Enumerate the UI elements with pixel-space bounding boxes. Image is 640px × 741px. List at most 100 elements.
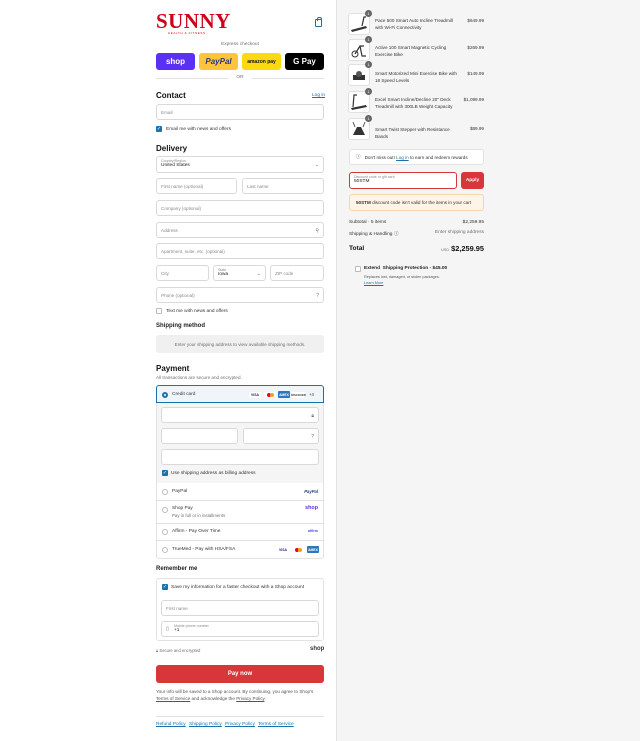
email-placeholder: Email [161,109,173,115]
shipping-method-heading: Shipping method [156,323,205,329]
subtotal-label: Subtotal · 5 items [349,220,387,225]
text-me-checkbox[interactable] [156,308,162,314]
name-on-card-field[interactable] [161,449,319,465]
security-code-field[interactable]: ? [243,428,319,444]
apartment-placeholder: Apartment, suite, etc. (optional) [161,248,225,254]
chevron-down-icon: ⌄ [314,162,319,168]
more-cards-label: +4 [309,392,314,397]
affirm-option[interactable]: Affirm - Pay Over Time affirm [156,524,324,541]
item-price: $1,099.99 [463,97,484,102]
terms-link[interactable]: Terms of Service [156,696,190,701]
product-thumbnail: 1 [348,36,372,61]
pay-now-button[interactable]: Pay now [156,665,324,683]
brand-tagline: HEALTH & FITNESS [168,31,206,35]
paypal-button[interactable]: PayPal [199,53,238,70]
expiration-field[interactable] [161,428,238,444]
item-name: Active 100 Smart Magnetic Cycling Exerci… [375,45,447,57]
shop-pay-option[interactable]: Shop Pay Pay in full or in installments … [156,501,324,524]
zip-field[interactable]: ZIP code [270,265,324,281]
legal-line: Your info will be saved to a Shop accoun… [156,689,314,694]
discount-code-field[interactable]: Discount code or gift card 50STM [349,172,457,189]
delivery-heading: Delivery [156,144,188,153]
remember-first-placeholder: First name [166,605,188,611]
rewards-login-link[interactable]: Log in [396,155,409,160]
item-price: $649.99 [467,18,484,23]
treadmill-icon [351,94,367,110]
paypal-radio[interactable] [162,489,168,495]
total-amount: $2,259.95 [451,244,484,253]
brand-logo[interactable]: SUNNY [156,11,231,32]
amex-icon: AMEX [278,391,290,398]
contact-heading: Contact [156,91,186,100]
cart-bag-icon[interactable] [315,17,322,27]
item-quantity-badge: 1 [365,88,372,95]
truemed-option[interactable]: TrueMed - Pay with HSA/FSA VISA AMEX [156,541,324,559]
apply-button[interactable]: Apply [461,172,484,189]
legal-text: Your info will be saved to a Shop accoun… [156,689,314,701]
terms-of-service-link[interactable]: Terms of Service [258,722,294,727]
remember-me-box: ✓ Save my information for a faster check… [156,578,324,641]
privacy-link[interactable]: Privacy Policy [236,696,264,701]
help-circle-icon[interactable]: ? [316,293,319,299]
help-circle-icon[interactable]: ⓘ [394,232,399,237]
paypal-option[interactable]: PayPal PayPal [156,483,324,501]
shop-pay-radio[interactable] [162,507,168,513]
product-thumbnail: 1 [348,115,372,140]
amazon-pay-button[interactable]: amazon pay [242,53,281,70]
news-checkbox[interactable]: ✓ [156,126,162,132]
save-info-label: Save my information for a faster checkou… [171,585,305,590]
cycling-bike-icon [351,45,366,58]
extend-protection-checkbox[interactable] [355,266,361,272]
country-select[interactable]: Country/Region United States ⌄ [156,156,324,173]
billing-checkbox[interactable]: ✓ [162,470,168,476]
express-checkout-title: Express checkout [221,42,259,47]
item-name: Excel Smart Incline/Decline 20" Deck Tre… [375,97,453,109]
currency-label: USD [441,248,450,252]
first-name-field[interactable]: First name (optional) [156,178,237,194]
login-link[interactable]: Log in [312,93,325,98]
billing-label: Use shipping address as billing address [171,471,256,476]
text-me-label: Text me with news and offers [166,309,228,314]
city-field[interactable]: City [156,265,209,281]
address-field[interactable]: Address ⚲ [156,222,324,238]
product-thumbnail: 1 [348,61,372,86]
credit-card-radio[interactable] [162,392,168,398]
apartment-field[interactable]: Apartment, suite, etc. (optional) [156,243,324,259]
product-thumbnail: 1 [348,10,372,35]
save-info-checkbox[interactable]: ✓ [162,584,168,590]
visa-icon: VISA [279,548,287,552]
credit-card-option[interactable]: Credit card VISA AMEX DISCOVER +4 [156,385,324,403]
item-name: Pace 500 Smart Auto Incline Treadmill wi… [375,18,453,30]
paypal-label: PayPal [172,489,188,494]
amex-icon: AMEX [307,546,319,553]
email-field[interactable]: Email [156,104,324,120]
item-quantity-badge: 1 [365,36,372,43]
company-field[interactable]: Company (optional) [156,200,324,216]
truemed-label: TrueMed - Pay with HSA/FSA [172,547,236,552]
card-number-field[interactable]: 🔒︎ [161,407,319,423]
truemed-radio[interactable] [162,547,168,553]
shop-pay-label: Shop Pay [172,506,193,511]
last-name-field[interactable]: Last name [242,178,324,194]
extend-learn-more-link[interactable]: Learn More [364,281,383,285]
phone-field[interactable]: Phone (optional)? [156,287,324,303]
address-placeholder: Address [161,227,178,233]
extend-description: Replaces lost, damaged, or stolen packag… [364,275,440,279]
stepper-icon [352,121,366,135]
privacy-policy-link[interactable]: Privacy Policy [225,722,255,727]
help-circle-icon[interactable]: ? [311,434,314,440]
divider [252,78,324,79]
remember-first-name-field[interactable]: First name [161,600,319,616]
google-pay-button[interactable]: G Pay [285,53,324,70]
state-select[interactable]: State Iowa ⌄ [213,265,266,281]
secure-text: Secure and encrypted [159,648,201,653]
shop-pay-button[interactable]: shop [156,53,195,70]
item-quantity-badge: 1 [365,61,372,68]
shipping-policy-link[interactable]: Shipping Policy [189,722,222,727]
city-placeholder: City [161,270,169,276]
affirm-radio[interactable] [162,529,168,535]
mobile-value: +1 [174,628,180,633]
affirm-label: Affirm - Pay Over Time [172,529,221,534]
mobile-phone-field[interactable]: ▯ Mobile phone number +1 [161,621,319,637]
refund-policy-link[interactable]: Refund Policy [156,722,186,727]
